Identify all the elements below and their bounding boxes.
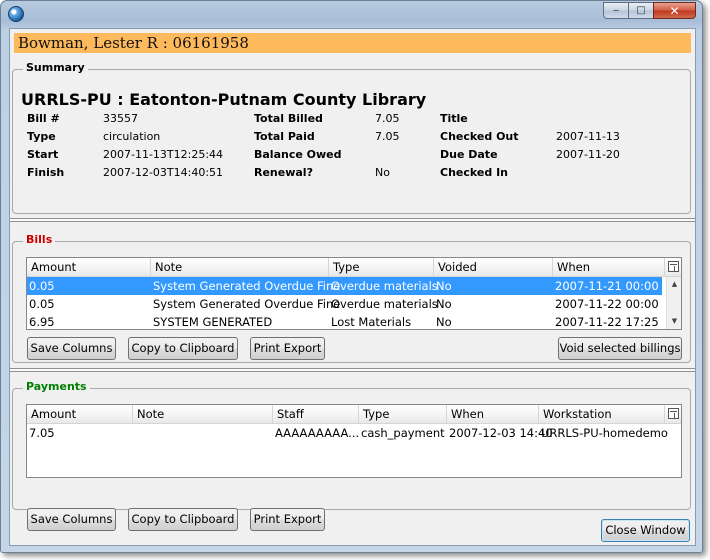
bills-col-note[interactable]: Note (151, 258, 329, 277)
bill-amount: 0.05 (29, 279, 55, 293)
checked-in-label: Checked In (440, 166, 508, 179)
bills-col-amount[interactable]: Amount (27, 258, 151, 277)
bill-voided: No (436, 279, 452, 293)
column-picker-icon[interactable] (668, 261, 679, 272)
title-label: Title (440, 112, 468, 125)
renewal-value: No (375, 166, 390, 179)
column-picker-icon[interactable] (668, 408, 679, 419)
bill-note: System Generated Overdue Fine (153, 279, 341, 293)
payment-type: cash_payment (361, 426, 445, 440)
bill-amount: 0.05 (29, 297, 55, 311)
bills-table-header: Amount Note Type Voided When (27, 258, 681, 277)
payments-save-columns-button[interactable]: Save Columns (27, 508, 116, 531)
table-row[interactable]: 7.05 AAAAAAAAA... cash_payment 2007-12-0… (27, 424, 681, 442)
minimize-button[interactable]: ‒ (603, 2, 629, 19)
payments-col-workstation[interactable]: Workstation (539, 405, 665, 424)
payments-col-amount[interactable]: Amount (27, 405, 133, 424)
application-window: ‒ □ ✕ Bowman, Lester R : 06161958 Summar… (0, 0, 703, 553)
splitter-bottom[interactable] (10, 368, 695, 372)
payment-note (133, 424, 135, 442)
payment-amount: 7.05 (29, 426, 55, 440)
table-row[interactable]: 0.05 System Generated Overdue Fine Overd… (27, 277, 662, 295)
payments-col-staff[interactable]: Staff (273, 405, 359, 424)
due-date-value: 2007-11-20 (556, 148, 620, 161)
bills-save-columns-button[interactable]: Save Columns (27, 337, 116, 360)
bill-when: 2007-11-22 17:25 (555, 315, 659, 329)
payment-when: 2007-12-03 14:40 (449, 426, 553, 440)
minimize-icon: ‒ (612, 5, 620, 16)
type-label: Type (27, 130, 56, 143)
library-title: URRLS-PU : Eatonton-Putnam County Librar… (21, 90, 427, 109)
start-label: Start (27, 148, 59, 161)
total-billed-label: Total Billed (254, 112, 323, 125)
payments-table-header: Amount Note Staff Type When Workstation (27, 405, 681, 424)
finish-value: 2007-12-03T14:40:51 (103, 166, 224, 179)
table-row[interactable]: 0.05 System Generated Overdue Fine Overd… (27, 295, 662, 313)
bill-type: Lost Materials (331, 315, 412, 329)
bill-note: System Generated Overdue Fine (153, 297, 341, 311)
close-window-button[interactable]: Close Window (601, 519, 690, 542)
scroll-up-icon[interactable]: ▲ (667, 277, 681, 292)
due-date-label: Due Date (440, 148, 498, 161)
close-icon: ✕ (669, 3, 680, 18)
payments-print-export-button[interactable]: Print Export (250, 508, 325, 531)
payments-table: Amount Note Staff Type When Workstation … (26, 404, 682, 478)
start-value: 2007-11-13T12:25:44 (103, 148, 224, 161)
payment-staff: AAAAAAAAA... (275, 426, 359, 440)
total-billed-value: 7.05 (375, 112, 400, 125)
bills-group-label: Bills (23, 233, 56, 246)
bill-type: Overdue materials (331, 297, 438, 311)
bills-col-type[interactable]: Type (329, 258, 434, 277)
type-value: circulation (103, 130, 161, 143)
close-window-x-button[interactable]: ✕ (653, 2, 696, 19)
bill-amount: 6.95 (29, 315, 55, 329)
app-globe-icon (8, 6, 24, 22)
bill-number-value: 33557 (103, 112, 138, 125)
bill-type: Overdue materials (331, 279, 438, 293)
splitter-top[interactable] (10, 218, 695, 222)
bills-vertical-scrollbar[interactable]: ▲ ▼ (666, 277, 681, 329)
bill-when: 2007-11-22 00:00 (555, 297, 659, 311)
renewal-label: Renewal? (254, 166, 313, 179)
payments-col-note[interactable]: Note (133, 405, 273, 424)
bill-number-label: Bill # (27, 112, 60, 125)
bill-voided: No (436, 297, 452, 311)
scroll-down-icon[interactable]: ▼ (667, 314, 681, 329)
payments-col-when[interactable]: When (447, 405, 539, 424)
finish-label: Finish (27, 166, 65, 179)
payments-group-label: Payments (23, 380, 90, 393)
payment-workstation: URRLS-PU-homedemo (541, 426, 668, 440)
bills-col-voided[interactable]: Voided (434, 258, 553, 277)
checked-out-value: 2007-11-13 (556, 130, 620, 143)
bills-group: Bills Amount Note Type Voided When 0.05 … (12, 233, 691, 363)
bills-table: Amount Note Type Voided When 0.05 System… (26, 257, 682, 330)
payments-group: Payments Amount Note Staff Type When Wor… (12, 380, 691, 531)
balance-owed-label: Balance Owed (254, 148, 342, 161)
payments-col-type[interactable]: Type (359, 405, 447, 424)
maximize-icon: □ (636, 5, 646, 16)
void-selected-billings-button[interactable]: Void selected billings (558, 337, 682, 360)
payments-copy-clipboard-button[interactable]: Copy to Clipboard (128, 508, 238, 531)
bills-col-when[interactable]: When (553, 258, 665, 277)
total-paid-value: 7.05 (375, 130, 400, 143)
total-paid-label: Total Paid (254, 130, 315, 143)
bill-when: 2007-11-21 00:00 (555, 279, 659, 293)
table-row[interactable]: 6.95 SYSTEM GENERATED Lost Materials No … (27, 313, 662, 329)
client-area: Bowman, Lester R : 06161958 Summary URRL… (9, 28, 696, 546)
window-controls: ‒ □ ✕ (603, 2, 696, 19)
summary-group-label: Summary (23, 61, 88, 74)
checked-out-label: Checked Out (440, 130, 519, 143)
title-bar[interactable]: ‒ □ ✕ (1, 1, 702, 27)
maximize-button[interactable]: □ (628, 2, 654, 19)
bill-voided: No (436, 315, 452, 329)
patron-header: Bowman, Lester R : 06161958 (14, 33, 691, 53)
summary-group: Summary URRLS-PU : Eatonton-Putnam Count… (12, 61, 691, 214)
bills-print-export-button[interactable]: Print Export (250, 337, 325, 360)
bills-copy-clipboard-button[interactable]: Copy to Clipboard (128, 337, 238, 360)
bill-note: SYSTEM GENERATED (153, 315, 273, 329)
